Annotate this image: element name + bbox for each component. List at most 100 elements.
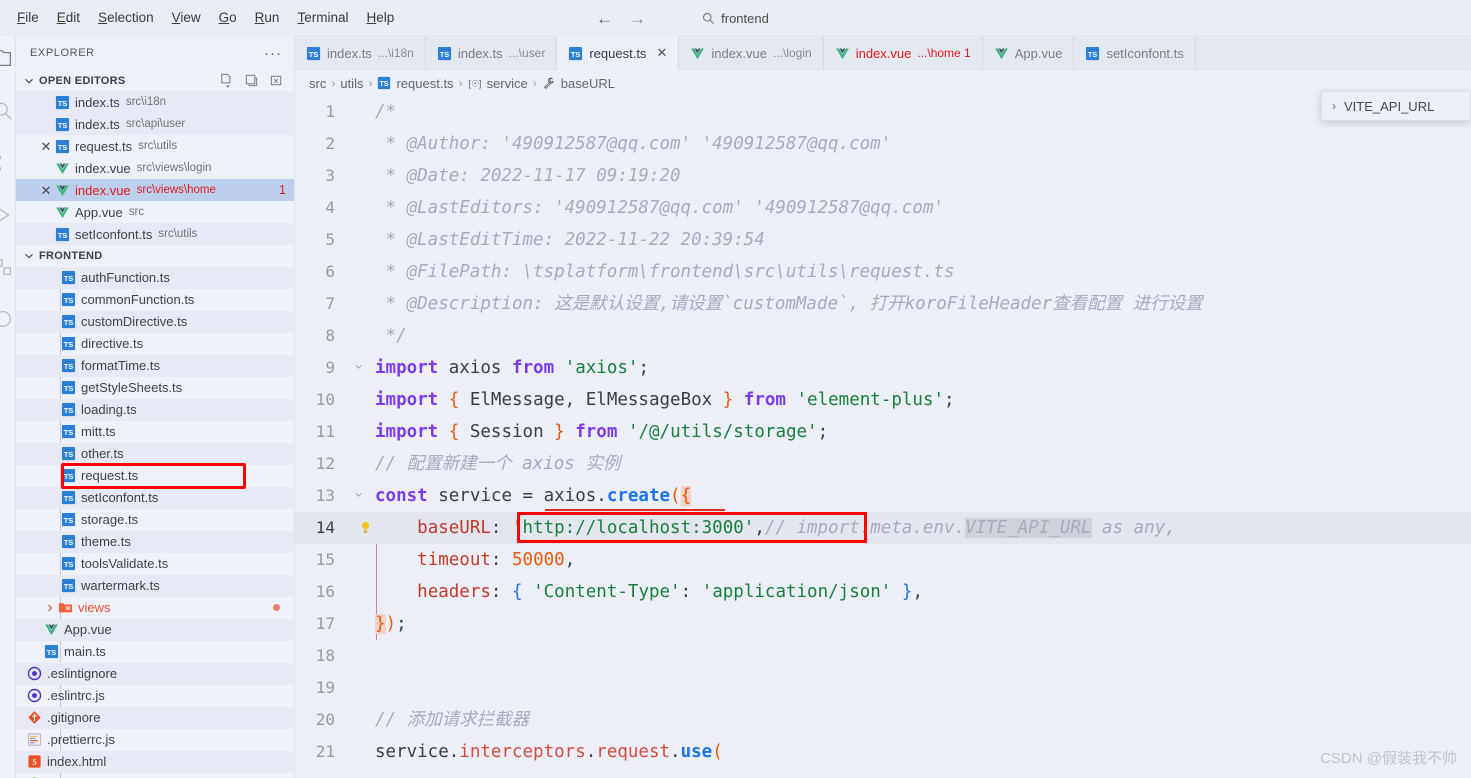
breadcrumb-item[interactable]: TS request.ts [377,75,454,91]
explorer-icon[interactable] [0,48,14,70]
tree-file[interactable]: TS formatTime.ts [16,354,294,377]
tree-file[interactable]: TS request.ts [16,465,294,487]
lightbulb-icon[interactable] [358,520,373,536]
tree-folder[interactable]: </> views [16,597,294,619]
tree-file[interactable]: .gitignore [16,706,294,729]
close-all-editors-icon[interactable] [269,73,284,88]
editor-tab[interactable]: TS request.ts ✕ [557,36,680,70]
editor-tab[interactable]: index.vue ...\home 1 [824,36,983,70]
breadcrumb-item[interactable]: [☉] service [468,76,528,91]
tree-file[interactable]: TS commonFunction.ts [16,289,294,311]
tree-item-label: storage.ts [81,512,139,528]
tree-expand-arrow[interactable] [43,602,57,614]
remote-explorer-icon[interactable] [0,308,14,330]
breadcrumb-item[interactable]: baseURL [542,76,615,91]
breadcrumb-item[interactable]: utils [340,76,363,91]
tree-file[interactable]: .eslintignore [16,662,294,685]
tree-file[interactable]: TS wartermark.ts [16,574,294,597]
search-icon[interactable] [0,100,14,122]
editor-tab[interactable]: TS index.ts ...\i18n [295,36,426,70]
svg-text:TS: TS [63,516,73,525]
run-debug-icon[interactable] [0,204,14,226]
editor-tab[interactable]: index.vue ...\login [679,36,824,70]
section-open-editors-label: OPEN EDITORS [39,74,126,87]
menu-file[interactable]: File [8,7,48,28]
tree-file[interactable]: TS authFunction.ts [16,266,294,289]
property-icon [543,77,554,89]
chevron-right-icon[interactable]: › [1332,99,1336,113]
menu-selection[interactable]: Selection [89,7,163,28]
forward-arrow-icon[interactable]: → [629,10,646,27]
open-editor-item[interactable]: ✕TS setIconfont.ts src\utils [16,223,294,246]
menu-terminal[interactable]: Terminal [288,7,357,28]
tree-file[interactable]: 5 index.html [16,750,294,773]
menu-run[interactable]: Run [246,7,289,28]
menu-help[interactable]: Help [357,7,403,28]
source-control-icon[interactable] [0,152,14,174]
code-line: 6 * @FilePath: \tsplatform\frontend\src\… [295,256,1471,288]
tree-file[interactable]: TS main.ts [16,641,294,663]
fold-toggle[interactable] [351,480,365,512]
code-text: * @FilePath: \tsplatform\frontend\src\ut… [375,262,955,282]
file-icon-wrap: TS [60,336,76,351]
open-editor-item[interactable]: ✕ TS request.ts src\utils [16,135,294,157]
close-icon-placeholder: ✕ [38,228,54,241]
open-editor-item[interactable]: ✕ index.vue src\views\login [16,157,294,179]
tree-file[interactable]: .eslintrc.js [16,685,294,707]
code-line: 7 * @Description: 这是默认设置,请设置`customMade`… [295,288,1471,320]
command-center-inner[interactable]: frontend [702,11,769,26]
tree-file[interactable]: TS loading.ts [16,398,294,421]
close-icon[interactable]: ✕ [656,45,667,61]
menu-edit[interactable]: Edit [48,7,89,28]
back-arrow-icon[interactable]: ← [596,10,613,27]
tree-file[interactable]: TS mitt.ts [16,421,294,443]
tree-file[interactable]: TS directive.ts [16,333,294,355]
tree-file[interactable]: TS toolsValidate.ts [16,553,294,575]
open-editor-item[interactable]: ✕ App.vue src [16,201,294,223]
breadcrumb-icon-wrap [542,76,556,90]
tree-file[interactable]: TS setIconfont.ts [16,486,294,509]
ts-file-icon: TS [61,447,75,461]
fold-toggle[interactable] [351,352,365,384]
tree-file[interactable]: TS customDirective.ts [16,310,294,333]
tree-file[interactable]: TS theme.ts [16,530,294,553]
editor-tab[interactable]: TS setIconfont.ts [1074,36,1196,70]
breadcrumb-separator: › [331,76,336,90]
tree-file[interactable]: .prettierrc.js [16,729,294,751]
section-open-editors-header[interactable]: OPEN EDITORS [16,70,294,91]
outline-popup[interactable]: › VITE_API_URL [1321,91,1471,121]
open-editor-item[interactable]: ✕ index.vue src\views\home 1 [16,179,294,202]
tab-sublabel: ...\home 1 [917,46,971,60]
extensions-icon[interactable] [0,256,14,278]
breadcrumb-label: request.ts [396,75,454,91]
menu-go[interactable]: Go [210,7,246,28]
file-icon-wrap: TS [43,644,59,659]
code-editor[interactable]: 1 /* 2 * @Author: '490912587@qq.com' '4909… [295,96,1471,778]
tree-file[interactable]: App.vue [16,618,294,641]
section-frontend-header[interactable]: FRONTEND [16,245,294,266]
ts-file-icon: TS [61,491,75,505]
close-icon[interactable]: ✕ [38,184,54,197]
tab-label: index.ts [457,45,503,61]
editor-tab[interactable]: TS index.ts ...\user [426,36,558,70]
close-icon[interactable]: ✕ [38,140,54,153]
svg-text:TS: TS [440,49,450,58]
tree-file[interactable]: TS other.ts [16,442,294,465]
tree-file[interactable]: TS getStyleSheets.ts [16,377,294,399]
save-all-icon[interactable] [244,73,259,88]
tree-file[interactable]: package.json [16,773,294,778]
open-editor-item[interactable]: ✕TS index.ts src\i18n [16,91,294,114]
tree-item-label: other.ts [81,446,124,462]
more-actions-icon[interactable]: ··· [264,45,282,62]
eslint-icon [27,666,41,681]
code-text: }); [375,614,407,634]
open-editor-item[interactable]: ✕TS index.ts src\api\user [16,113,294,136]
new-file-icon[interactable] [219,73,234,88]
chevron-right-icon [48,604,53,611]
tree-file[interactable]: TS storage.ts [16,509,294,531]
editor-tab[interactable]: App.vue [983,36,1075,70]
menu-view[interactable]: View [163,7,210,28]
html-icon: 5 [27,755,41,768]
breadcrumb-item[interactable]: src [309,76,326,91]
tab-label: App.vue [1014,45,1063,61]
